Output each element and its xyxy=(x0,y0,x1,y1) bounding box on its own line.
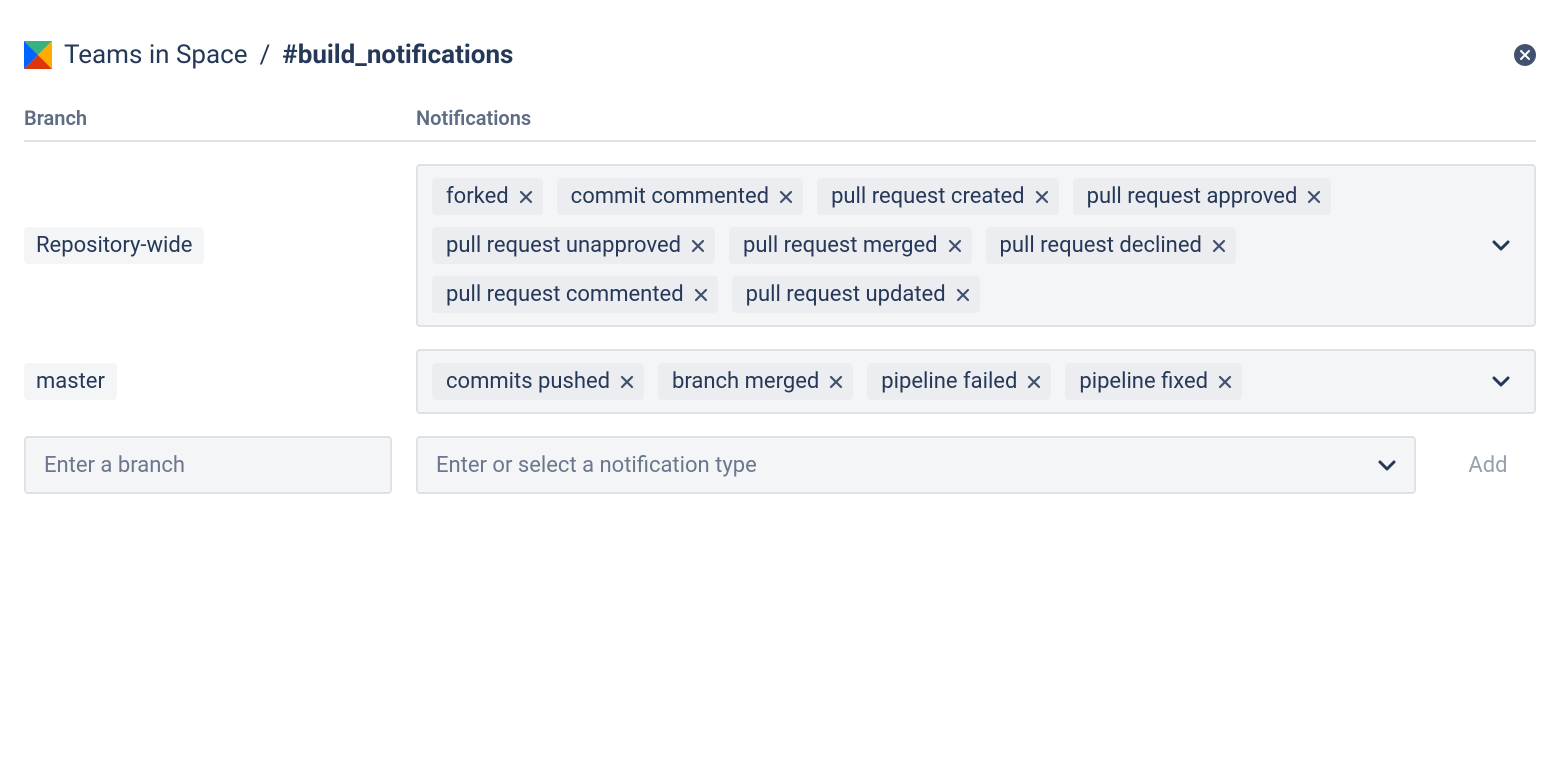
breadcrumb-channel[interactable]: #build_notifications xyxy=(282,40,513,70)
project-logo-icon xyxy=(24,41,52,69)
add-button-label: Add xyxy=(1468,453,1507,478)
breadcrumb-separator: / xyxy=(260,40,271,70)
notification-tag: pull request merged xyxy=(729,227,972,264)
notification-type-select[interactable]: Enter or select a notification type xyxy=(416,436,1416,494)
remove-tag-icon[interactable] xyxy=(620,375,634,389)
remove-tag-icon[interactable] xyxy=(1212,239,1226,253)
notification-tag-label: branch merged xyxy=(672,369,819,394)
branch-input[interactable]: Enter a branch xyxy=(24,436,392,494)
remove-tag-icon[interactable] xyxy=(1307,190,1321,204)
remove-tag-icon[interactable] xyxy=(956,288,970,302)
remove-tag-icon[interactable] xyxy=(1027,375,1041,389)
notification-tag: pull request updated xyxy=(732,276,980,313)
notification-tag: pull request created xyxy=(817,178,1059,215)
notification-tag-label: forked xyxy=(446,184,509,209)
notification-tag: pull request approved xyxy=(1073,178,1332,215)
branch-label: master xyxy=(24,363,117,400)
notification-tag-label: pull request commented xyxy=(446,282,684,307)
remove-tag-icon[interactable] xyxy=(948,239,962,253)
close-button[interactable] xyxy=(1514,44,1536,66)
remove-tag-icon[interactable] xyxy=(694,288,708,302)
notification-tag: forked xyxy=(432,178,543,215)
remove-tag-icon[interactable] xyxy=(519,190,533,204)
remove-tag-icon[interactable] xyxy=(691,239,705,253)
notification-row: Repository-wide forked commit commented pul… xyxy=(24,142,1536,327)
notifications-multiselect[interactable]: commits pushed branch merged pipeline fail… xyxy=(416,349,1536,414)
notification-tag-label: commit commented xyxy=(571,184,769,209)
notification-tag: commit commented xyxy=(557,178,803,215)
notification-tag-label: commits pushed xyxy=(446,369,610,394)
notification-tag: pull request unapproved xyxy=(432,227,715,264)
notification-tag-label: pull request approved xyxy=(1087,184,1298,209)
notification-tag-label: pull request updated xyxy=(746,282,946,307)
column-header-notifications: Notifications xyxy=(416,106,1536,130)
branch-label: Repository-wide xyxy=(24,227,204,264)
chevron-down-icon xyxy=(1378,453,1396,478)
remove-tag-icon[interactable] xyxy=(1035,190,1049,204)
notification-tag: pipeline failed xyxy=(867,363,1051,400)
notification-tag: commits pushed xyxy=(432,363,644,400)
notification-row: master commits pushed branch merged pipelin… xyxy=(24,327,1536,414)
remove-tag-icon[interactable] xyxy=(1218,375,1232,389)
breadcrumb-project[interactable]: Teams in Space xyxy=(64,40,248,70)
chevron-down-icon[interactable] xyxy=(1474,376,1528,388)
chevron-down-icon[interactable] xyxy=(1474,240,1528,252)
notification-select-placeholder: Enter or select a notification type xyxy=(436,453,757,478)
remove-tag-icon[interactable] xyxy=(829,375,843,389)
close-icon xyxy=(1520,50,1530,60)
notification-tag: branch merged xyxy=(658,363,853,400)
notification-tag: pull request declined xyxy=(986,227,1236,264)
notification-tag-label: pipeline failed xyxy=(881,369,1017,394)
notification-tag-label: pull request created xyxy=(831,184,1025,209)
column-header-branch: Branch xyxy=(24,106,416,130)
notification-tag-label: pull request declined xyxy=(1000,233,1202,258)
branch-input-placeholder: Enter a branch xyxy=(44,453,185,478)
notification-tag-label: pipeline fixed xyxy=(1079,369,1208,394)
notification-tag: pipeline fixed xyxy=(1065,363,1242,400)
breadcrumb: Teams in Space / #build_notifications xyxy=(24,40,513,70)
add-button[interactable]: Add xyxy=(1440,436,1536,494)
notifications-multiselect[interactable]: forked commit commented pull request creat… xyxy=(416,164,1536,327)
notification-tag-label: pull request merged xyxy=(743,233,938,258)
remove-tag-icon[interactable] xyxy=(779,190,793,204)
notification-tag-label: pull request unapproved xyxy=(446,233,681,258)
notification-tag: pull request commented xyxy=(432,276,718,313)
